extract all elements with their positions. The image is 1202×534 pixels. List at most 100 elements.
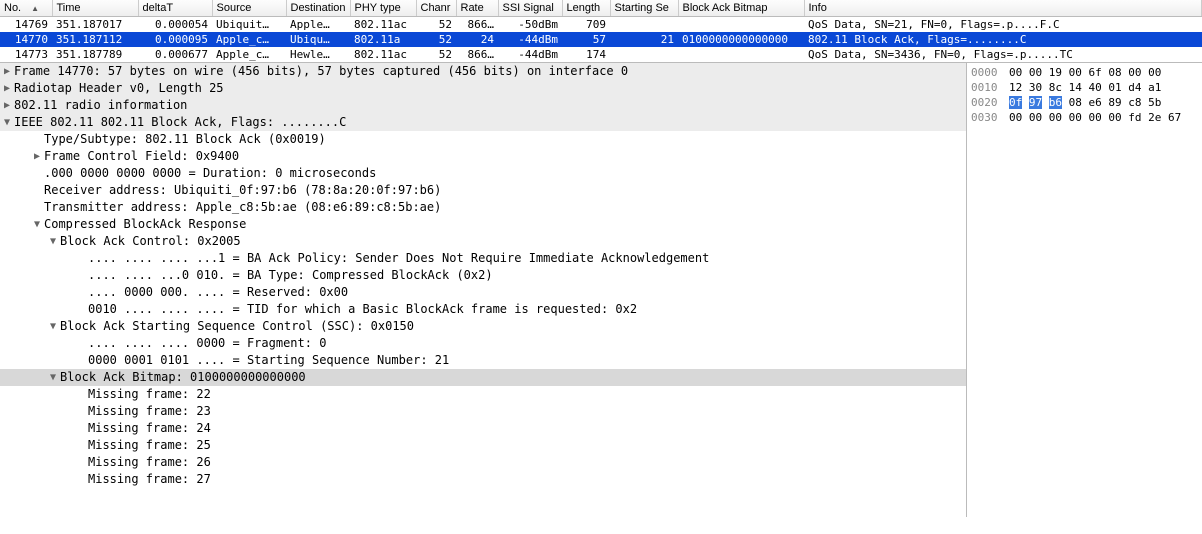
disclosure-closed-icon[interactable] [2,97,12,114]
cell: Apple_c… [212,47,286,62]
tree-line[interactable]: Block Ack Bitmap: 0100000000000000 [0,369,966,386]
tree-line[interactable]: Missing frame: 25 [0,437,966,454]
col-phy[interactable]: PHY type [350,0,416,17]
disclosure-open-icon[interactable] [2,114,12,131]
hex-byte: 01 [1108,81,1121,94]
cell: Ubiquit… [212,17,286,33]
tree-line[interactable]: Frame 14770: 57 bytes on wire (456 bits)… [0,63,966,80]
disclosure-none-icon [76,454,86,471]
tree-line[interactable]: Type/Subtype: 802.11 Block Ack (0x0019) [0,131,966,148]
tree-line[interactable]: Missing frame: 22 [0,386,966,403]
packet-row[interactable]: 14770351.1871120.000095Apple_c…Ubiqu…802… [0,32,1202,47]
hex-byte: 00 [1049,111,1062,124]
tree-text: IEEE 802.11 802.11 Block Ack, Flags: ...… [14,115,346,129]
cell: Apple_c… [212,32,286,47]
hex-byte: fd [1128,111,1141,124]
hex-dump-panel[interactable]: 000000 00 19 00 6f 08 00 00001012 30 8c … [966,63,1202,517]
tree-line[interactable]: Block Ack Starting Sequence Control (SSC… [0,318,966,335]
tree-text: Missing frame: 22 [88,387,211,401]
tree-line[interactable]: 0000 0001 0101 .... = Starting Sequence … [0,352,966,369]
tree-line[interactable]: Radiotap Header v0, Length 25 [0,80,966,97]
packet-row[interactable]: 14769351.1870170.000054Ubiquit…Apple…802… [0,17,1202,33]
disclosure-open-icon[interactable] [32,216,42,233]
packet-row[interactable]: 14773351.1877890.000677Apple_c…Hewle…802… [0,47,1202,62]
tree-line[interactable]: 0010 .... .... .... = TID for which a Ba… [0,301,966,318]
tree-line[interactable]: Missing frame: 27 [0,471,966,488]
tree-text: .... .... .... ...1 = BA Ack Policy: Sen… [88,251,709,265]
tree-text: Receiver address: Ubiquiti_0f:97:b6 (78:… [44,183,441,197]
tree-line[interactable]: .... .... ...0 010. = BA Type: Compresse… [0,267,966,284]
col-startseq[interactable]: Starting Se [610,0,678,17]
tree-line[interactable]: Transmitter address: Apple_c8:5b:ae (08:… [0,199,966,216]
col-bitmap[interactable]: Block Ack Bitmap [678,0,804,17]
hex-byte: 00 [1108,111,1121,124]
tree-line[interactable]: Receiver address: Ubiquiti_0f:97:b6 (78:… [0,182,966,199]
hex-byte: 00 [1029,66,1042,79]
tree-line[interactable]: Block Ack Control: 0x2005 [0,233,966,250]
hex-byte: 5b [1148,96,1161,109]
cell: 802.11ac [350,47,416,62]
col-info[interactable]: Info [804,0,1202,17]
hex-byte: 00 [1089,111,1102,124]
col-time[interactable]: Time [52,0,138,17]
hex-offset: 0030 [971,110,1009,125]
cell: 14769 [0,17,52,33]
disclosure-closed-icon[interactable] [2,63,12,80]
col-ssi[interactable]: SSI Signal [498,0,562,17]
cell: Apple… [286,17,350,33]
tree-line[interactable]: 802.11 radio information [0,97,966,114]
hex-row[interactable]: 001012 30 8c 14 40 01 d4 a1 [971,80,1198,95]
hex-byte: 00 [1009,66,1022,79]
hex-byte: e6 [1089,96,1102,109]
tree-text: Compressed BlockAck Response [44,217,246,231]
disclosure-none-icon [76,437,86,454]
disclosure-open-icon[interactable] [48,369,58,386]
disclosure-none-icon [76,352,86,369]
cell: 21 [610,32,678,47]
tree-text: Transmitter address: Apple_c8:5b:ae (08:… [44,200,441,214]
tree-line[interactable]: Frame Control Field: 0x9400 [0,148,966,165]
packet-table[interactable]: No.▲ Time deltaT Source Destination PHY … [0,0,1202,62]
cell: 14773 [0,47,52,62]
tree-text: Missing frame: 25 [88,438,211,452]
hex-row[interactable]: 003000 00 00 00 00 00 fd 2e 67 [971,110,1198,125]
tree-line[interactable]: IEEE 802.11 802.11 Block Ack, Flags: ...… [0,114,966,131]
cell: 0.000054 [138,17,212,33]
cell: 802.11 Block Ack, Flags=........C [804,32,1202,47]
tree-line[interactable]: .... .... .... ...1 = BA Ack Policy: Sen… [0,250,966,267]
col-deltat[interactable]: deltaT [138,0,212,17]
col-source[interactable]: Source [212,0,286,17]
hex-byte: 08 [1108,66,1121,79]
packet-details-panel[interactable]: Frame 14770: 57 bytes on wire (456 bits)… [0,63,966,517]
tree-line[interactable]: .... .... .... 0000 = Fragment: 0 [0,335,966,352]
tree-text: Frame Control Field: 0x9400 [44,149,239,163]
disclosure-open-icon[interactable] [48,318,58,335]
cell: 802.11a [350,32,416,47]
cell: 351.187112 [52,32,138,47]
tree-line[interactable]: .000 0000 0000 0000 = Duration: 0 micros… [0,165,966,182]
tree-line[interactable]: Missing frame: 23 [0,403,966,420]
disclosure-closed-icon[interactable] [2,80,12,97]
col-destination[interactable]: Destination [286,0,350,17]
cell: 14770 [0,32,52,47]
col-rate[interactable]: Rate [456,0,498,17]
hex-bytes: 00 00 00 00 00 00 fd 2e 67 [1009,110,1181,125]
tree-text: 802.11 radio information [14,98,187,112]
hex-row[interactable]: 00200f 97 b6 08 e6 89 c8 5b [971,95,1198,110]
tree-line[interactable]: Compressed BlockAck Response [0,216,966,233]
hex-byte: 00 [1029,111,1042,124]
disclosure-open-icon[interactable] [48,233,58,250]
tree-text: Block Ack Bitmap: 0100000000000000 [60,370,306,384]
disclosure-closed-icon[interactable] [32,148,42,165]
tree-line[interactable]: Missing frame: 24 [0,420,966,437]
tree-line[interactable]: .... 0000 000. .... = Reserved: 0x00 [0,284,966,301]
col-channel[interactable]: Chanr [416,0,456,17]
col-no[interactable]: No.▲ [0,0,52,17]
hex-byte: 0f [1009,96,1022,109]
tree-text: .... .... .... 0000 = Fragment: 0 [88,336,326,350]
cell: QoS Data, SN=3436, FN=0, Flags=.p.....TC [804,47,1202,62]
tree-text: .... 0000 000. .... = Reserved: 0x00 [88,285,348,299]
tree-line[interactable]: Missing frame: 26 [0,454,966,471]
col-length[interactable]: Length [562,0,610,17]
hex-row[interactable]: 000000 00 19 00 6f 08 00 00 [971,65,1198,80]
